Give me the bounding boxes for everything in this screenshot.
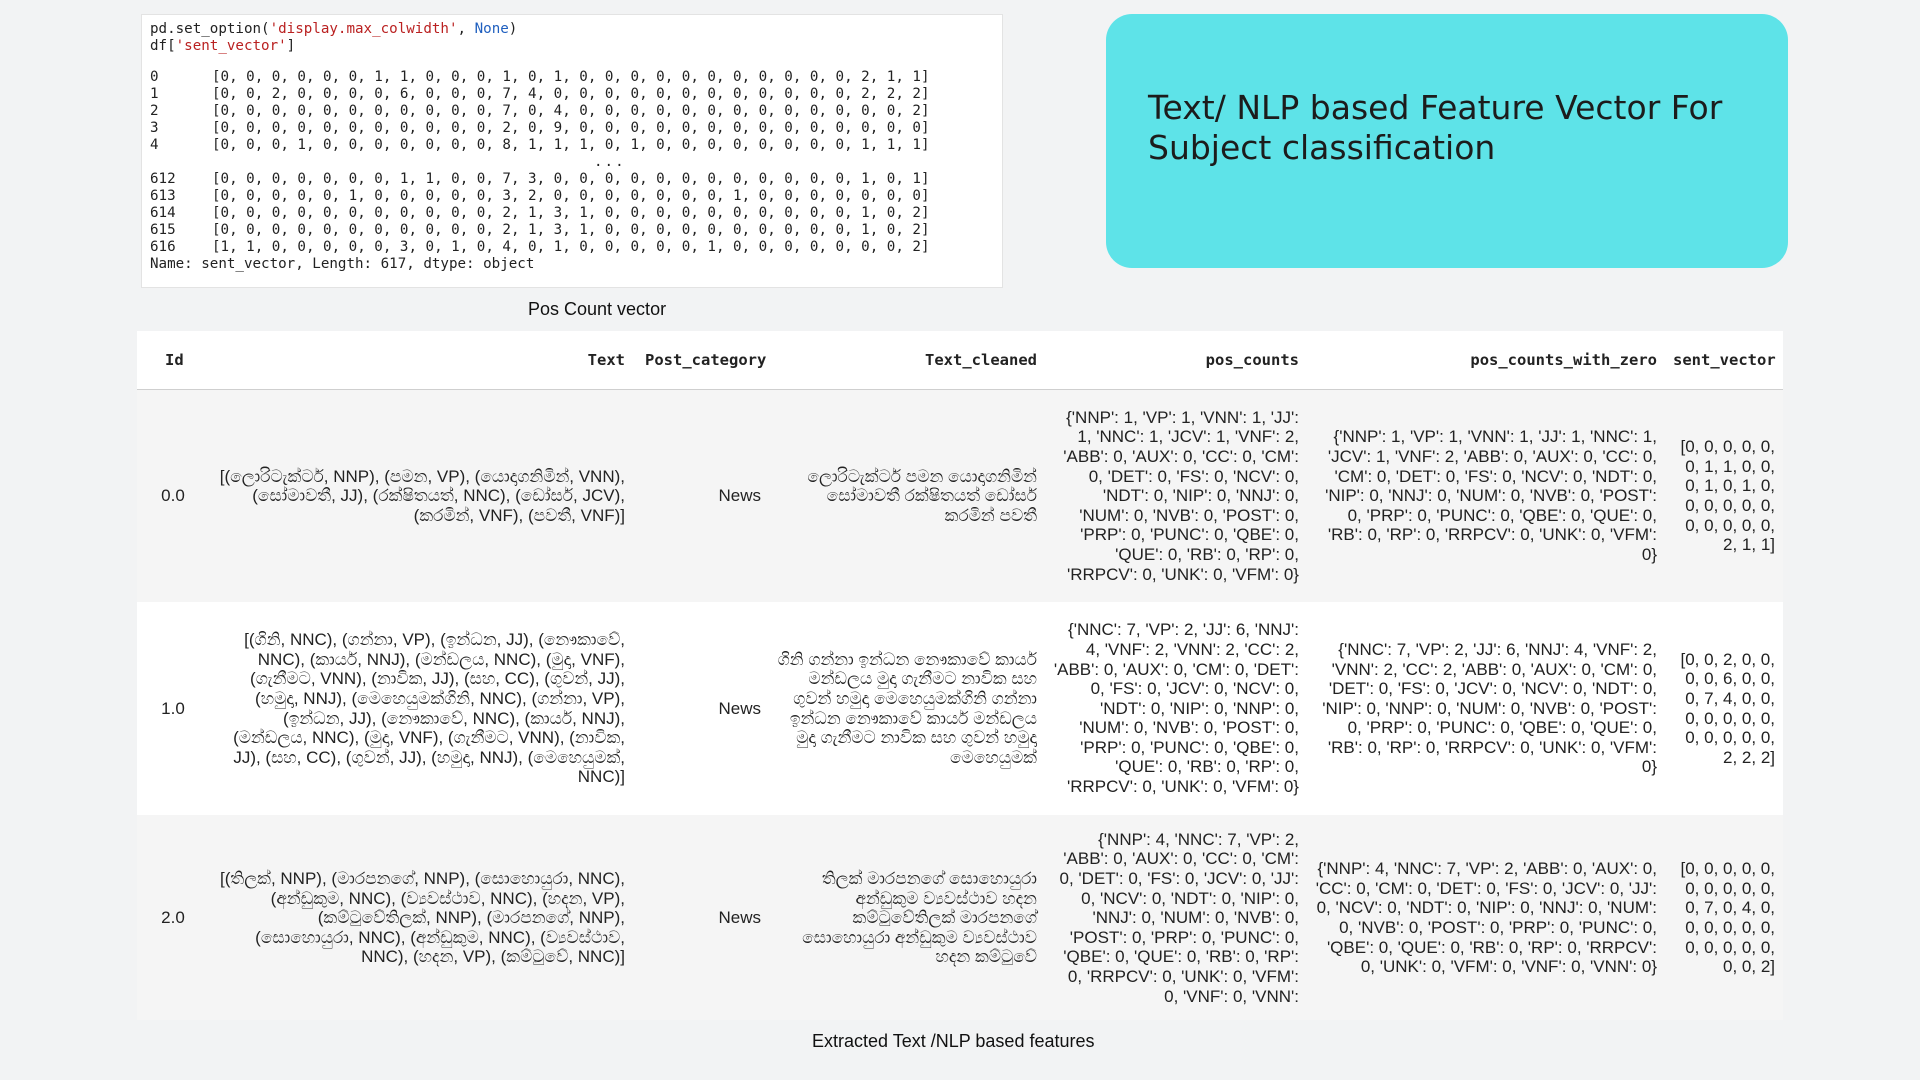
cell-post-category: News — [718, 908, 761, 928]
row-index: 0 — [150, 69, 159, 85]
row-vector: [0, 0, 0, 1, 0, 0, 0, 0, 0, 0, 0, 8, 1, … — [212, 137, 930, 153]
row-index: 4 — [150, 137, 159, 153]
cell-pos-counts: {'NNP': 4, 'NNC': 7, 'VP': 2, 'ABB': 0, … — [1059, 829, 1299, 1006]
cell-sent-vector: [0, 0, 2, 0, 0, 0, 0, 6, 0, 0, 0, 7, 4, … — [1680, 649, 1775, 767]
ellipsis: ... — [594, 154, 626, 170]
vector-row: 3 [0, 0, 0, 0, 0, 0, 0, 0, 0, 0, 0, 2, 0,… — [150, 120, 992, 137]
code-line-select-column: df['sent_vector'] — [150, 38, 296, 54]
vector-row: 0 [0, 0, 0, 0, 0, 0, 1, 1, 0, 0, 0, 1, 0,… — [150, 69, 992, 86]
title-line-2: Subject classification — [1148, 128, 1496, 167]
vector-row: 2 [0, 0, 0, 0, 0, 0, 0, 0, 0, 0, 0, 7, 0,… — [150, 103, 992, 120]
pos-count-caption: Pos Count vector — [528, 299, 667, 319]
row-vector: [0, 0, 0, 0, 0, 0, 0, 1, 1, 0, 0, 7, 3, … — [212, 171, 930, 187]
row-index: 613 — [150, 188, 176, 204]
row-vector: [0, 0, 0, 0, 0, 0, 0, 0, 0, 0, 0, 7, 0, … — [212, 103, 930, 119]
row-vector: [0, 0, 0, 0, 0, 1, 0, 0, 0, 0, 0, 3, 2, … — [212, 188, 930, 204]
cell-pos-counts-with-zero: {'NNP': 4, 'NNC': 7, 'VP': 2, 'ABB': 0, … — [1315, 859, 1657, 977]
row-index: 1 — [150, 86, 159, 102]
code-string: 'display.max_colwidth' — [269, 21, 458, 37]
header-sent-vector: sent_vector — [1673, 351, 1776, 369]
cell-text-cleaned: ගිනි ගන්නා ඉන්ධන නෞකාවේ කාර්ය මන්ඩලය මුද… — [777, 649, 1037, 767]
extracted-features-caption: Extracted Text /NLP based features — [812, 1031, 1095, 1051]
header-pos-counts: pos_counts — [1205, 351, 1299, 369]
table-row: 0.0 [(ලොරිටැක්ටර්, NNP), (පමන, VP), (යොද… — [137, 390, 1783, 602]
row-vector: [1, 1, 0, 0, 0, 0, 0, 3, 0, 1, 0, 4, 0, … — [212, 239, 930, 255]
vector-row: 616 [1, 1, 0, 0, 0, 0, 0, 3, 0, 1, 0, 4, … — [150, 239, 992, 256]
table-header: Id Text Post_category Text_cleaned pos_c… — [137, 331, 1783, 390]
vector-row: 4 [0, 0, 0, 1, 0, 0, 0, 0, 0, 0, 0, 8, 1,… — [150, 137, 992, 154]
cell-text: [(ලොරිටැක්ටර්, NNP), (පමන, VP), (යොදාගනි… — [219, 466, 625, 525]
vector-rows-bottom: 612 [0, 0, 0, 0, 0, 0, 0, 1, 1, 0, 0, 7, … — [150, 171, 992, 256]
cell-text: [(තිලක්, NNP), (මාරපනගේ, NNP), (සොහොයුරා… — [220, 869, 625, 967]
row-index: 612 — [150, 171, 176, 187]
row-index: 615 — [150, 222, 176, 238]
vector-row: 614 [0, 0, 0, 0, 0, 0, 0, 0, 0, 0, 0, 2, … — [150, 205, 992, 222]
header-text-cleaned: Text_cleaned — [925, 351, 1037, 369]
header-id: Id — [165, 351, 184, 369]
vector-row: 1 [0, 0, 2, 0, 0, 0, 0, 6, 0, 0, 0, 7, 4,… — [150, 86, 992, 103]
cell-id: 1.0 — [161, 698, 185, 718]
row-vector: [0, 0, 0, 0, 0, 0, 0, 0, 0, 0, 0, 2, 1, … — [212, 205, 930, 221]
cell-post-category: News — [718, 698, 761, 718]
cell-text-cleaned: තිලක් මාරපනගේ සොහොයුරා අන්ඩුකුම ව්‍යවස්ථ… — [802, 869, 1037, 967]
cell-sent-vector: [0, 0, 0, 0, 0, 0, 1, 1, 0, 0, 0, 1, 0, … — [1680, 437, 1775, 555]
title-line-1: Text/ NLP based Feature Vector For — [1148, 88, 1723, 127]
row-index: 2 — [150, 103, 159, 119]
vector-row: 613 [0, 0, 0, 0, 0, 1, 0, 0, 0, 0, 0, 3, … — [150, 188, 992, 205]
series-footer: Name: sent_vector, Length: 617, dtype: o… — [150, 256, 535, 272]
row-vector: [0, 0, 0, 0, 0, 0, 1, 1, 0, 0, 0, 1, 0, … — [212, 69, 930, 85]
vector-row: 615 [0, 0, 0, 0, 0, 0, 0, 0, 0, 0, 0, 2, … — [150, 222, 992, 239]
cell-pos-counts-with-zero: {'NNC': 7, 'VP': 2, 'JJ': 6, 'NNJ': 4, '… — [1322, 639, 1657, 777]
row-index: 616 — [150, 239, 176, 255]
row-vector: [0, 0, 2, 0, 0, 0, 0, 6, 0, 0, 0, 7, 4, … — [212, 86, 930, 102]
title-card: Text/ NLP based Feature Vector For Subje… — [1106, 14, 1788, 268]
cell-text: [(ගිනි, NNC), (ගන්නා, VP), (ඉන්ධන, JJ), … — [233, 630, 625, 787]
vector-row: 612 [0, 0, 0, 0, 0, 0, 0, 1, 1, 0, 0, 7, … — [150, 171, 992, 188]
code-string: 'sent_vector' — [175, 38, 287, 54]
vector-rows-top: 0 [0, 0, 0, 0, 0, 0, 1, 1, 0, 0, 0, 1, 0,… — [150, 69, 992, 154]
row-index: 3 — [150, 120, 159, 136]
header-text: Text — [587, 351, 625, 369]
row-index: 614 — [150, 205, 176, 221]
header-pos-counts-with-zero: pos_counts_with_zero — [1470, 351, 1657, 369]
code-line-set-option: pd.set_option('display.max_colwidth', No… — [150, 21, 518, 37]
cell-text-cleaned: ලොරිටැක්ටර් පමන යොදාගනිමින් සෝමාවතී රක්ෂ… — [807, 466, 1037, 525]
cell-pos-counts-with-zero: {'NNP': 1, 'VP': 1, 'VNN': 1, 'JJ': 1, '… — [1325, 427, 1657, 564]
cell-pos-counts: {'NNP': 1, 'VP': 1, 'VNN': 1, 'JJ': 1, '… — [1063, 407, 1299, 584]
row-vector: [0, 0, 0, 0, 0, 0, 0, 0, 0, 0, 0, 2, 0, … — [212, 120, 930, 136]
cell-sent-vector: [0, 0, 0, 0, 0, 0, 0, 0, 0, 0, 0, 7, 0, … — [1680, 859, 1775, 977]
code-keyword: None — [474, 21, 509, 37]
cell-pos-counts: {'NNC': 7, 'VP': 2, 'JJ': 6, 'NNJ': 4, '… — [1053, 620, 1299, 797]
cell-id: 0.0 — [161, 486, 185, 506]
cell-post-category: News — [718, 486, 761, 506]
code-output-panel: pd.set_option('display.max_colwidth', No… — [141, 14, 1003, 288]
header-post-category: Post_category — [645, 351, 767, 369]
table-row: 1.0 [(ගිනි, NNC), (ගන්නා, VP), (ඉන්ධන, J… — [137, 602, 1783, 815]
row-vector: [0, 0, 0, 0, 0, 0, 0, 0, 0, 0, 0, 2, 1, … — [212, 222, 930, 238]
dataframe-table: Id Text Post_category Text_cleaned pos_c… — [137, 331, 1783, 1020]
cell-id: 2.0 — [161, 908, 185, 928]
table-row: 2.0 [(තිලක්, NNP), (මාරපනගේ, NNP), (සොහො… — [137, 815, 1783, 1020]
